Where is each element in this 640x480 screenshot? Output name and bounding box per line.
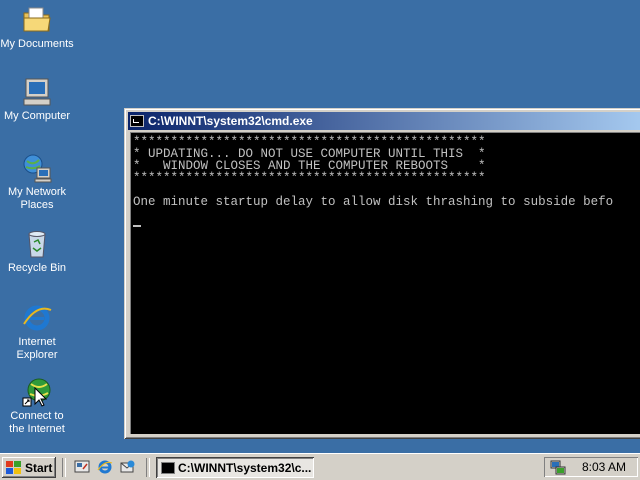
taskbar-button-cmd[interactable]: C:\WINNT\system32\c... [156, 457, 314, 478]
internet-explorer-icon [21, 302, 53, 334]
cmd-icon [161, 461, 175, 474]
desktop-icon-label: Internet Explorer [16, 336, 58, 361]
desktop-icon-label: My Network Places [7, 186, 67, 211]
desktop-icon-connect-to-the-internet[interactable]: Connect to the Internet [0, 376, 74, 436]
computer-icon [21, 76, 53, 108]
connect-internet-icon [21, 376, 53, 408]
desktop-icon-internet-explorer[interactable]: Internet Explorer [0, 302, 74, 362]
console-line: One minute startup delay to allow disk t… [133, 195, 614, 209]
network-tray-icon[interactable] [550, 459, 566, 475]
cmd-icon [130, 115, 144, 127]
recycle-bin-icon [21, 228, 53, 260]
desktop-icon-my-documents[interactable]: My Documents [0, 4, 74, 51]
outlook-express-icon[interactable] [120, 459, 136, 475]
desktop-icon-label: My Documents [0, 38, 74, 50]
start-label: Start [25, 460, 53, 475]
text-cursor [133, 224, 141, 227]
desktop-icon-label: Recycle Bin [7, 262, 67, 274]
system-tray: 8:03 AM [544, 457, 638, 477]
cmd-window[interactable]: C:\WINNT\system32\cmd.exe **************… [124, 108, 640, 439]
network-icon [21, 152, 53, 184]
taskbar: Start C:\WINNT\system32\c... 8:03 AM [0, 453, 640, 480]
desktop-icon-my-network-places[interactable]: My Network Places [0, 152, 74, 212]
folder-icon [21, 4, 53, 36]
start-button[interactable]: Start [2, 457, 56, 478]
console-output[interactable]: ****************************************… [130, 132, 640, 434]
window-titlebar[interactable]: C:\WINNT\system32\cmd.exe [128, 112, 640, 130]
desktop-icon-recycle-bin[interactable]: Recycle Bin [0, 228, 74, 275]
desktop-icon-my-computer[interactable]: My Computer [0, 76, 74, 123]
internet-explorer-quicklaunch-icon[interactable] [97, 459, 113, 475]
desktop-icon-label: My Computer [3, 110, 71, 122]
clock[interactable]: 8:03 AM [582, 460, 626, 474]
console-line: ****************************************… [133, 171, 486, 185]
taskbar-separator [62, 458, 66, 477]
desktop-icon-label: Connect to the Internet [9, 410, 65, 435]
show-desktop-icon[interactable] [74, 459, 90, 475]
taskbar-separator [146, 458, 150, 477]
taskbar-button-label: C:\WINNT\system32\c... [178, 460, 312, 475]
window-title: C:\WINNT\system32\cmd.exe [148, 114, 313, 128]
windows-logo-icon [6, 460, 22, 475]
